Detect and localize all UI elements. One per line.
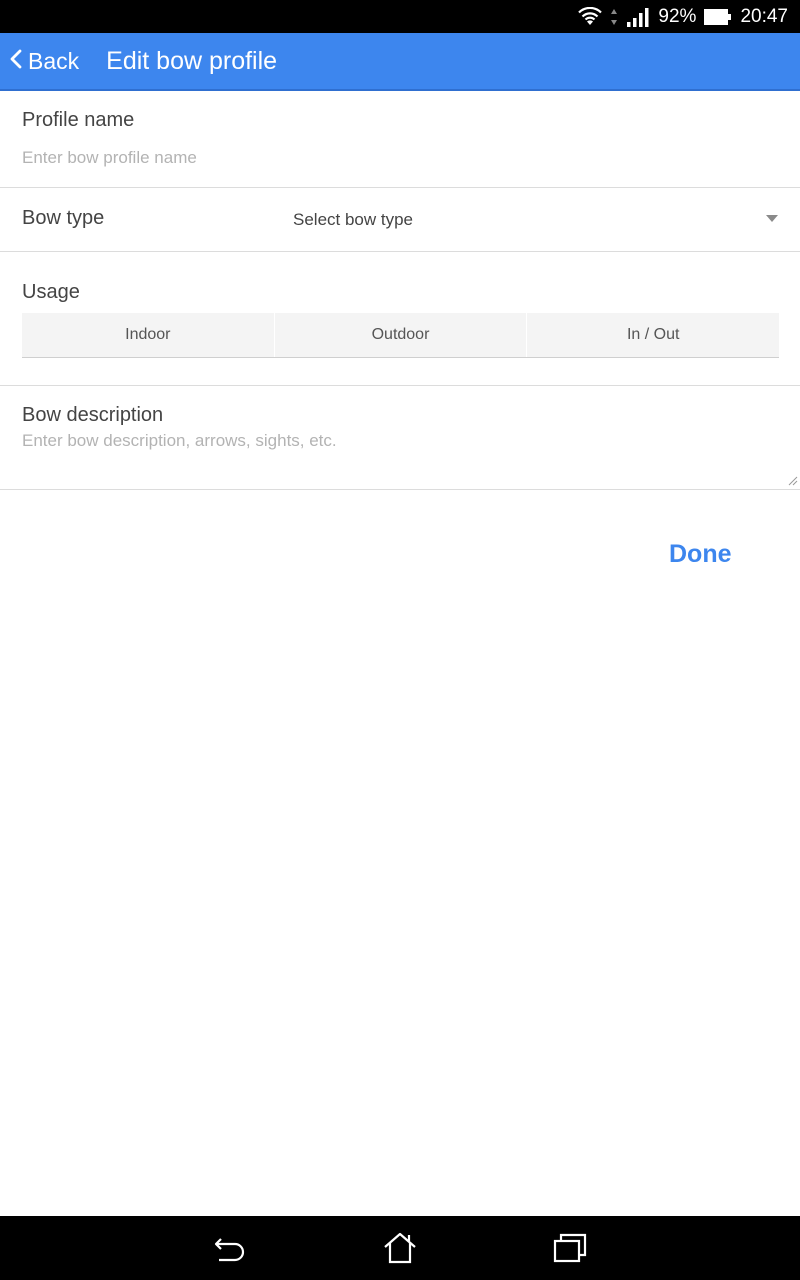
- chevron-left-icon: [10, 48, 22, 75]
- usage-segmented-control: Indoor Outdoor In / Out: [22, 313, 779, 358]
- usage-option-indoor[interactable]: Indoor: [22, 313, 274, 357]
- battery-icon: [704, 8, 732, 26]
- page-title: Edit bow profile: [106, 46, 278, 75]
- done-button[interactable]: Done: [669, 540, 732, 569]
- back-button[interactable]: Back: [0, 33, 79, 89]
- bow-type-value: Select bow type: [293, 209, 414, 229]
- nav-back-icon[interactable]: [213, 1232, 247, 1264]
- usage-option-outdoor[interactable]: Outdoor: [273, 313, 527, 357]
- description-section: Bow description: [0, 386, 800, 490]
- wifi-icon: [578, 6, 603, 27]
- bow-type-label: Bow type: [22, 207, 105, 229]
- nav-home-icon[interactable]: [383, 1232, 417, 1264]
- usage-section: Usage Indoor Outdoor In / Out: [0, 252, 800, 386]
- bow-description-label: Bow description: [22, 404, 164, 426]
- nav-recents-icon[interactable]: [553, 1232, 587, 1264]
- profile-name-section: Profile name: [0, 91, 800, 188]
- usage-label: Usage: [22, 281, 80, 303]
- bow-type-section: Bow type Select bow type: [0, 188, 800, 252]
- battery-percent: 92%: [658, 5, 697, 27]
- status-bar: 92% 20:47: [0, 0, 800, 33]
- signal-icon: [626, 7, 650, 27]
- chevron-down-icon: [766, 215, 778, 222]
- bow-description-input[interactable]: [22, 431, 792, 481]
- resize-handle-icon[interactable]: [788, 473, 798, 486]
- navigation-bar: [0, 1216, 800, 1280]
- clock: 20:47: [740, 5, 788, 27]
- bow-profile-form: Profile name Bow type Select bow type Us…: [0, 91, 800, 490]
- profile-name-input[interactable]: [22, 146, 782, 170]
- bow-type-select[interactable]: Select bow type: [272, 188, 800, 251]
- profile-name-label: Profile name: [22, 109, 135, 131]
- data-arrows-icon: [610, 8, 618, 26]
- app-header: Back Edit bow profile: [0, 33, 800, 91]
- back-label: Back: [28, 47, 80, 74]
- usage-option-in-out[interactable]: In / Out: [526, 313, 779, 357]
